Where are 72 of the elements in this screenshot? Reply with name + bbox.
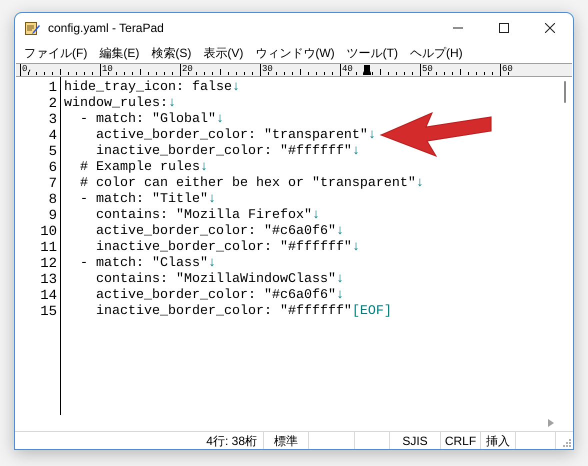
line-number: 5 [48,144,57,160]
status-text: CRLF [444,432,476,449]
ruler-label: 0, [22,63,33,75]
line-number: 14 [39,288,57,304]
line-number: 11 [39,240,57,256]
status-text: 挿入 [486,432,510,449]
code-line: contains: "MozillaWindowClass" [94,272,336,288]
line-number: 6 [48,160,57,176]
code-line: - match: "Class" [78,256,208,272]
status-text: 標準 [274,432,298,449]
scrollbar-thumb[interactable] [564,81,566,103]
code-line: hide_tray_icon: false [64,80,232,96]
code-line: active_border_color: "#c6a0f6" [94,224,336,240]
line-end-mark: ↓ [216,112,224,128]
code-line: inactive_border_color: "#ffffff" [94,144,352,160]
line-end-mark: [EOF] [352,304,392,320]
line-number: 13 [39,272,57,288]
line-end-mark: ↓ [416,176,424,192]
ruler-label: 30 [262,63,273,75]
line-number: 1 [48,80,57,96]
code-line: - match: "Global" [78,112,216,128]
line-number: 9 [48,208,57,224]
line-number: 3 [48,112,57,128]
scroll-right-icon[interactable] [548,419,554,427]
menu-item[interactable]: 検索(S) [146,44,196,62]
menu-item[interactable]: 表示(V) [198,44,248,62]
window-title: config.yaml - TeraPad [48,20,164,37]
menu-item[interactable]: 編集(E) [94,44,144,62]
line-end-mark: ↓ [312,208,320,224]
line-number: 7 [48,176,57,192]
line-number: 8 [48,192,57,208]
status-text: 4行: 38桁 [206,432,257,449]
line-end-mark: ↓ [368,128,376,144]
code-line: active_border_color: "transparent" [94,128,368,144]
menu-item[interactable]: ツール(T) [342,44,403,62]
code-line: active_border_color: "#c6a0f6" [94,288,336,304]
line-end-mark: ↓ [336,272,344,288]
maximize-icon [499,23,509,33]
line-number: 15 [39,304,57,320]
line-end-mark: ↓ [352,144,360,160]
line-end-mark: ↓ [232,80,240,96]
line-end-mark: ↓ [200,160,208,176]
line-end-mark: ↓ [336,224,344,240]
line-end-mark: ↓ [168,96,176,112]
notepad-icon [24,20,40,36]
resize-grip-icon[interactable] [563,439,571,447]
status-text: SJIS [402,432,428,449]
code-line: contains: "Mozilla Firefox" [94,208,312,224]
caret-marker-icon [363,65,371,75]
code-line: inactive_border_color: "#ffffff" [94,304,352,320]
ruler-label: 10 [102,63,113,75]
code-line: # color can either be hex or "transparent" [78,176,416,192]
line-end-mark: ↓ [208,192,216,208]
ruler-label: 40 [342,63,353,75]
code-line: window_rules: [64,96,168,112]
line-number: 4 [48,128,57,144]
ruler-label: 20 [182,63,193,75]
close-icon [545,23,555,33]
line-number: 2 [48,96,57,112]
code-line: - match: "Title" [78,192,208,208]
ruler-label: 50 [422,63,433,75]
line-number: 10 [39,224,57,240]
menu-item[interactable]: ウィンドウ(W) [250,44,340,62]
code-line: inactive_border_color: "#ffffff" [94,240,352,256]
line-number: 12 [39,256,57,272]
menu-item[interactable]: ファイル(F) [19,44,92,62]
line-end-mark: ↓ [352,240,360,256]
line-end-mark: ↓ [336,288,344,304]
ruler-label: 60 [502,63,513,75]
line-end-mark: ↓ [208,256,216,272]
menu-item[interactable]: ヘルプ(H) [404,44,468,62]
code-line: # Example rules [78,160,200,176]
